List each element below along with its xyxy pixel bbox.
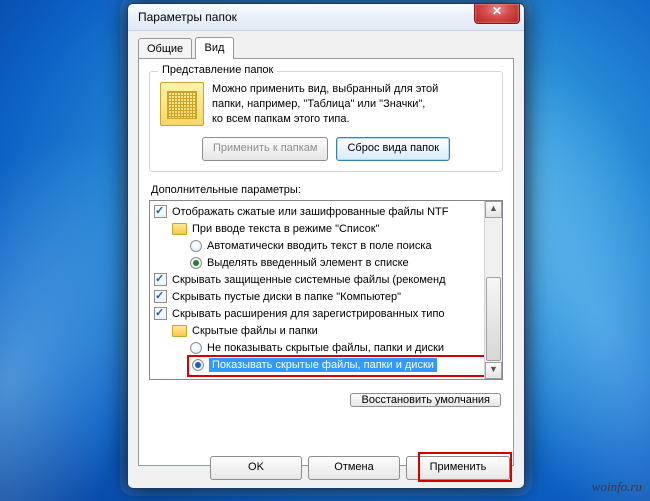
titlebar[interactable]: Параметры папок ✕: [128, 4, 524, 31]
tree-row[interactable]: Скрывать защищенные системные файлы (рек…: [154, 271, 502, 288]
radio-icon[interactable]: [192, 359, 204, 371]
group-desc-line: ко всем папкам этого типа.: [212, 112, 438, 127]
apply-to-folders-button: Применить к папкам: [202, 137, 329, 161]
group-desc-line: Можно применить вид, выбранный для этой: [212, 82, 438, 97]
checkbox-icon[interactable]: [154, 205, 167, 218]
tree-label: Скрывать расширения для зарегистрированн…: [172, 308, 445, 320]
close-icon: ✕: [492, 4, 502, 18]
tree-label: Скрытые файлы и папки: [192, 325, 318, 337]
folder-options-dialog: Параметры папок ✕ Общие Вид Представлени…: [127, 3, 525, 489]
tree-label: Не показывать скрытые файлы, папки и дис…: [207, 342, 444, 354]
tree-row[interactable]: Отображать сжатые или зашифрованные файл…: [154, 203, 502, 220]
advanced-settings-tree[interactable]: Отображать сжатые или зашифрованные файл…: [149, 200, 503, 380]
tree-row[interactable]: Скрывать расширения для зарегистрированн…: [154, 305, 502, 322]
reset-folders-button[interactable]: Сброс вида папок: [336, 137, 450, 161]
folder-views-icon: [160, 82, 204, 126]
tree-row[interactable]: Скрывать пустые диски в папке "Компьютер…: [154, 288, 502, 305]
tree-row[interactable]: Выделять введенный элемент в списке: [154, 254, 502, 271]
checkbox-icon[interactable]: [154, 273, 167, 286]
dialog-button-row: OK Отмена Применить: [210, 456, 510, 480]
checkbox-icon[interactable]: [154, 307, 167, 320]
folder-views-group: Представление папок Можно применить вид,…: [149, 71, 503, 172]
window-title: Параметры папок: [138, 10, 237, 24]
radio-icon[interactable]: [190, 240, 202, 252]
scroll-down-icon[interactable]: ▼: [485, 362, 502, 379]
tree-scrollbar[interactable]: ▲ ▼: [484, 201, 502, 379]
tree-label: Скрывать пустые диски в папке "Компьютер…: [172, 291, 401, 303]
dialog-body: Общие Вид Представление папок Можно прим…: [128, 31, 524, 474]
group-desc-line: папки, например, "Таблица" или "Значки",: [212, 97, 438, 112]
tree-row-selected[interactable]: Показывать скрытые файлы, папки и диски: [190, 357, 502, 375]
tree-row[interactable]: При вводе текста в режиме "Список": [154, 220, 502, 237]
tree-label: Показывать скрытые файлы, папки и диски: [209, 358, 437, 372]
tree-label: Скрывать защищенные системные файлы (рек…: [172, 274, 446, 286]
group-desc: Можно применить вид, выбранный для этой …: [212, 82, 438, 127]
radio-icon[interactable]: [190, 257, 202, 269]
group-title: Представление папок: [158, 64, 277, 76]
desktop-wallpaper: Параметры папок ✕ Общие Вид Представлени…: [0, 0, 650, 501]
tree-row[interactable]: Не показывать скрытые файлы, папки и дис…: [154, 339, 502, 356]
restore-defaults-button[interactable]: Восстановить умолчания: [350, 393, 501, 407]
ok-button[interactable]: OK: [210, 456, 302, 480]
tab-general[interactable]: Общие: [138, 38, 192, 59]
tree-label: Выделять введенный элемент в списке: [207, 257, 409, 269]
watermark-text: woinfo.ru: [592, 479, 642, 495]
tab-panel-view: Представление папок Можно применить вид,…: [138, 58, 514, 466]
close-button[interactable]: ✕: [474, 4, 520, 24]
folder-icon: [172, 223, 187, 235]
tree-label: Отображать сжатые или зашифрованные файл…: [172, 206, 448, 218]
tree-row[interactable]: Автоматически вводить текст в поле поиск…: [154, 237, 502, 254]
cancel-button[interactable]: Отмена: [308, 456, 400, 480]
scroll-up-icon[interactable]: ▲: [485, 201, 502, 218]
tree-row[interactable]: Скрытые файлы и папки: [154, 322, 502, 339]
tree-label: Автоматически вводить текст в поле поиск…: [207, 240, 432, 252]
tree-label: При вводе текста в режиме "Список": [192, 223, 379, 235]
advanced-settings-label: Дополнительные параметры:: [151, 184, 503, 196]
checkbox-icon[interactable]: [154, 290, 167, 303]
tab-strip: Общие Вид: [138, 37, 514, 58]
folder-icon: [172, 325, 187, 337]
tab-view[interactable]: Вид: [195, 37, 235, 59]
radio-icon[interactable]: [190, 342, 202, 354]
scroll-thumb[interactable]: [486, 277, 501, 361]
apply-button[interactable]: Применить: [406, 456, 510, 480]
